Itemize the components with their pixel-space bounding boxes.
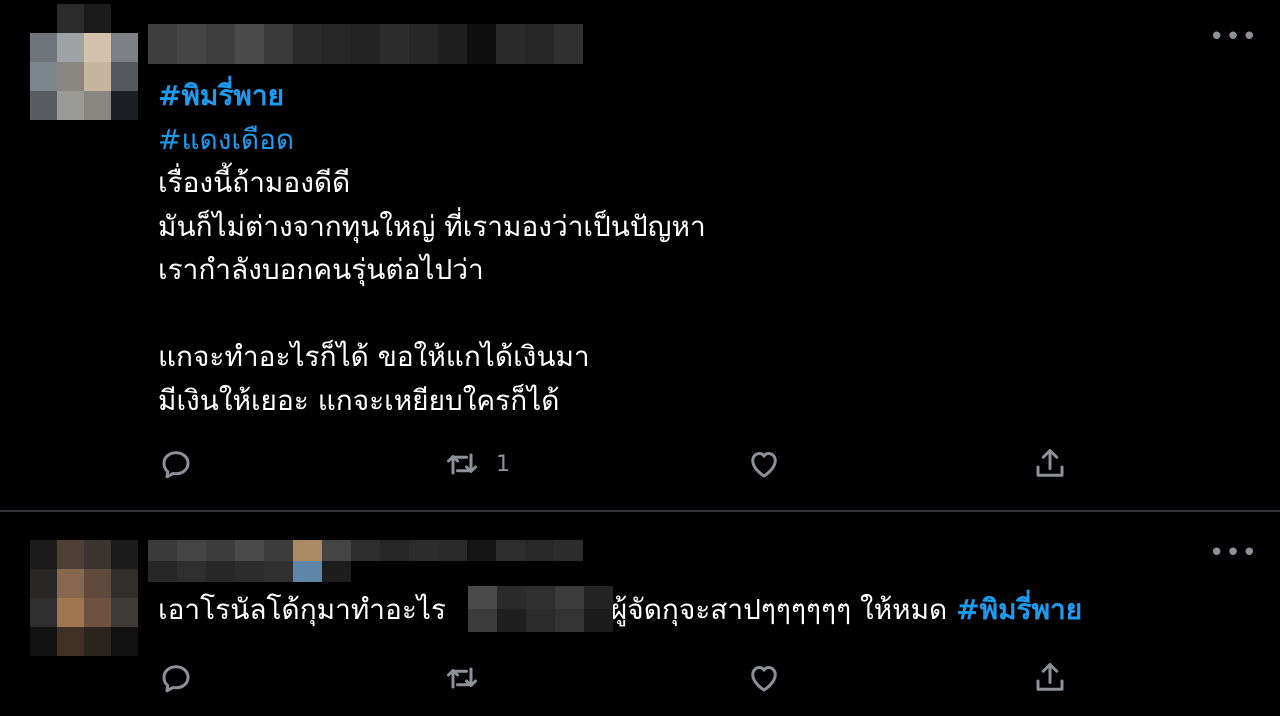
- reply-icon: [162, 451, 190, 479]
- hashtag-link[interactable]: #แดงเดือด: [158, 118, 706, 162]
- retweet-count: 1: [496, 451, 510, 477]
- tweet[interactable]: ••• #พิมรี่พาย #แดงเดือด เรื่องนี้ถ้ามอง…: [0, 0, 1280, 510]
- share-icon: [1036, 449, 1064, 477]
- tweet-text-part: ผู้จัดกุจะสาปๆๆๆๆๆๆ ให้หมด: [602, 593, 957, 626]
- user-name-redacted[interactable]: [148, 540, 614, 582]
- tweet-line: มันก็ไม่ต่างจากทุนใหญ่ ที่เรามองว่าเป็นป…: [158, 209, 706, 243]
- tweet-text: เอาโรนัลโด้กุมาทำอะไร ผู้จัดกุจะสาปๆๆๆๆๆ…: [158, 588, 1082, 632]
- reply-button[interactable]: [158, 444, 194, 484]
- avatar[interactable]: [30, 540, 138, 656]
- heart-icon: [751, 666, 777, 692]
- user-name-redacted[interactable]: [148, 24, 584, 64]
- share-icon: [1036, 663, 1064, 691]
- tweet-actions: 1: [158, 444, 1078, 484]
- tweet-line: แกจะทำอะไรก็ได้ ขอให้แกได้เงินมา: [158, 340, 590, 373]
- retweet-icon: [447, 667, 477, 689]
- more-options-icon[interactable]: •••: [1209, 22, 1258, 52]
- like-button[interactable]: [746, 444, 782, 484]
- hashtag-link[interactable]: #พิมรี่พาย: [158, 74, 706, 118]
- retweet-button[interactable]: 1: [444, 444, 510, 484]
- hashtag-link[interactable]: #พิมรี่พาย: [956, 593, 1082, 626]
- reply-icon: [162, 665, 190, 693]
- tweet-line: เรื่องนี้ถ้ามองดีดี: [158, 166, 351, 199]
- share-button[interactable]: [1032, 444, 1068, 484]
- heart-icon: [751, 452, 777, 478]
- tweet-line: มีเงินให้เยอะ แกจะเหยียบใครก็ได้: [158, 383, 560, 417]
- tweet-line: เรากำลังบอกคนรุ่นต่อไปว่า: [158, 253, 484, 286]
- like-button[interactable]: [746, 658, 782, 698]
- tweet-text: #พิมรี่พาย #แดงเดือด เรื่องนี้ถ้ามองดีดี…: [158, 74, 706, 422]
- tweet-text-part: เอาโรนัลโด้กุมาทำอะไร: [158, 593, 446, 626]
- reply-button[interactable]: [158, 658, 194, 698]
- avatar[interactable]: [30, 4, 138, 148]
- share-button[interactable]: [1032, 658, 1068, 698]
- retweet-button[interactable]: [444, 658, 480, 698]
- tweet-actions: [158, 658, 1078, 698]
- more-options-icon[interactable]: •••: [1209, 538, 1258, 568]
- redacted-text: [468, 586, 614, 632]
- retweet-icon: [447, 453, 477, 475]
